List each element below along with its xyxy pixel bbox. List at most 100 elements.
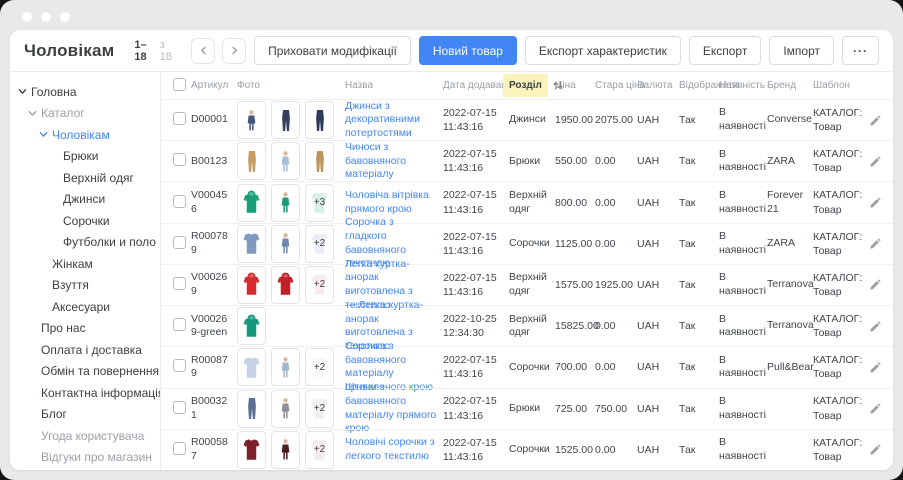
sidebar-item-15[interactable]: Блог — [10, 404, 160, 426]
row-checkbox[interactable] — [173, 442, 186, 455]
sidebar-item-1[interactable]: Каталог — [10, 103, 160, 125]
row-checkbox-cell — [161, 153, 191, 169]
product-photo-thumbnail[interactable] — [271, 225, 300, 263]
date-added-time: 11:43:16 — [443, 244, 503, 258]
sidebar-item-17[interactable]: Відгуки про магазин — [10, 447, 160, 469]
date-added-cell: 2022-07-1511:43:16 — [443, 230, 509, 258]
delete-product-button[interactable] — [892, 402, 893, 415]
product-photo-thumbnail[interactable] — [237, 390, 266, 428]
sidebar-item-9[interactable]: Взуття — [10, 275, 160, 297]
sidebar-item-4[interactable]: Верхній одяг — [10, 167, 160, 189]
column-header-label: Бренд — [767, 80, 796, 91]
row-checkbox[interactable] — [173, 401, 186, 414]
row-checkbox[interactable] — [173, 112, 186, 125]
product-name-link[interactable]: Чоловіча вітрівка прямого крою — [345, 189, 429, 215]
delete-product-button[interactable] — [892, 320, 893, 333]
more-photos-thumbnail[interactable]: +3 — [305, 184, 334, 222]
more-actions-button[interactable]: ··· — [842, 36, 879, 65]
pagination-next-button[interactable] — [222, 38, 246, 64]
product-name-link[interactable]: Джинси з декоративними потертостями — [345, 100, 420, 139]
product-photo-thumbnail[interactable] — [271, 431, 300, 469]
more-photos-thumbnail[interactable]: +2 — [305, 390, 334, 428]
edit-product-button[interactable] — [869, 443, 882, 456]
row-actions — [869, 155, 893, 168]
column-header-name: Назва — [345, 79, 443, 92]
more-photos-thumbnail[interactable]: +2 — [305, 266, 334, 304]
product-photo-thumbnail[interactable] — [271, 390, 300, 428]
product-photo-thumbnail[interactable] — [237, 142, 266, 180]
product-name-link[interactable]: Чоловічі сорочки з легкого текстилю — [345, 436, 435, 462]
product-photo-thumbnail[interactable] — [271, 184, 300, 222]
product-name-link[interactable]: Штани з бавовняного матеріалу прямого кр… — [345, 381, 436, 434]
sidebar-item-14[interactable]: Контактна інформація — [10, 382, 160, 404]
sidebar-item-3[interactable]: Брюки — [10, 146, 160, 168]
sidebar-item-2[interactable]: Чоловікам — [10, 124, 160, 146]
product-photo-thumbnail[interactable] — [237, 101, 266, 139]
sidebar-item-8[interactable]: Жінкам — [10, 253, 160, 275]
delete-product-button[interactable] — [892, 443, 893, 456]
new-product-button[interactable]: Новий товар — [419, 36, 517, 65]
sidebar-item-18[interactable]: Мапа сайту — [10, 468, 160, 470]
more-photos-thumbnail[interactable]: +2 — [305, 348, 334, 386]
edit-product-button[interactable] — [869, 320, 882, 333]
product-photo-thumbnail[interactable] — [305, 101, 334, 139]
edit-product-button[interactable] — [869, 278, 882, 291]
product-photo-thumbnail[interactable] — [237, 266, 266, 304]
product-photo-thumbnail[interactable] — [271, 348, 300, 386]
more-photos-thumbnail[interactable]: +2 — [305, 225, 334, 263]
product-photo-thumbnail[interactable] — [237, 184, 266, 222]
row-checkbox[interactable] — [173, 277, 186, 290]
product-availability: В наявності — [719, 230, 767, 257]
row-checkbox[interactable] — [173, 318, 186, 331]
row-checkbox[interactable] — [173, 359, 186, 372]
row-checkbox[interactable] — [173, 195, 186, 208]
product-photo-thumbnail[interactable] — [305, 142, 334, 180]
product-photo-thumbnail[interactable] — [237, 307, 266, 345]
edit-product-button[interactable] — [869, 155, 882, 168]
product-name-cell: Чиноси з бавовняного матеріалу — [345, 141, 443, 182]
product-name-link[interactable]: Чиноси з бавовняного матеріалу — [345, 141, 406, 180]
more-photos-thumbnail[interactable]: +2 — [305, 431, 334, 469]
delete-product-button[interactable] — [892, 361, 893, 374]
export-characteristics-button[interactable]: Експорт характеристик — [525, 36, 681, 65]
sidebar-item-16[interactable]: Угода користувача — [10, 425, 160, 447]
edit-product-button[interactable] — [869, 237, 882, 250]
product-photo-thumbnail[interactable] — [271, 142, 300, 180]
sidebar-item-13[interactable]: Обмін та повернення — [10, 361, 160, 383]
delete-product-button[interactable] — [892, 155, 893, 168]
delete-product-button[interactable] — [892, 237, 893, 250]
delete-product-button[interactable] — [892, 114, 893, 127]
delete-product-button[interactable] — [892, 278, 893, 291]
product-price: 800.00 — [555, 197, 595, 209]
sidebar-item-12[interactable]: Оплата і доставка — [10, 339, 160, 361]
pagination-total: з 18 — [160, 39, 179, 63]
column-header-label: Назва — [345, 80, 373, 91]
row-checkbox[interactable] — [173, 236, 186, 249]
hide-modifications-button[interactable]: Приховати модифікації — [254, 36, 411, 65]
product-photo-thumbnail[interactable] — [237, 431, 266, 469]
edit-product-button[interactable] — [869, 114, 882, 127]
edit-product-button[interactable] — [869, 196, 882, 209]
select-all-checkbox[interactable] — [173, 78, 186, 91]
edit-product-button[interactable] — [869, 402, 882, 415]
sidebar-item-6[interactable]: Сорочки — [10, 210, 160, 232]
pagination-prev-button[interactable] — [191, 38, 215, 64]
sidebar-item-0[interactable]: Головна — [10, 81, 160, 103]
edit-product-button[interactable] — [869, 361, 882, 374]
sorted-column-label[interactable]: Розділ — [503, 74, 548, 97]
sidebar-item-10[interactable]: Аксесуари — [10, 296, 160, 318]
pants-photo-icon — [243, 395, 261, 422]
product-photo-thumbnail[interactable] — [271, 101, 300, 139]
row-checkbox[interactable] — [173, 153, 186, 166]
product-photo-thumbnail[interactable] — [237, 225, 266, 263]
product-photo-thumbnail[interactable] — [237, 348, 266, 386]
product-photos: +2 — [237, 266, 345, 304]
export-button[interactable]: Експорт — [689, 36, 761, 65]
sidebar-item-5[interactable]: Джинси — [10, 189, 160, 211]
product-photos: +2 — [237, 225, 345, 263]
import-button[interactable]: Імпорт — [769, 36, 834, 65]
product-photo-thumbnail[interactable] — [271, 266, 300, 304]
delete-product-button[interactable] — [892, 196, 893, 209]
sidebar-item-11[interactable]: Про нас — [10, 318, 160, 340]
sidebar-item-7[interactable]: Футболки и поло — [10, 232, 160, 254]
